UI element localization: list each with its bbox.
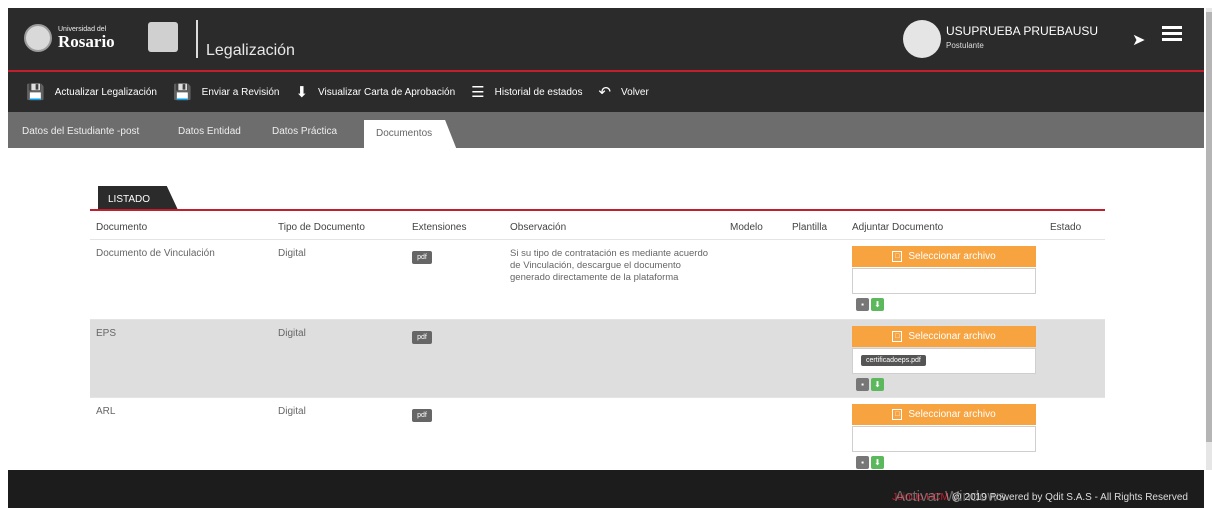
col-adjuntar: Adjuntar Documento xyxy=(852,222,944,233)
volver-label: Volver xyxy=(621,86,649,98)
select-file-button[interactable]: □ Seleccionar archivo xyxy=(852,404,1036,425)
save-icon[interactable]: ▪ xyxy=(856,378,869,391)
tab-datos-estudiante[interactable]: Datos del Estudiante -post xyxy=(22,126,139,137)
historial-button[interactable]: ☰ Historial de estados xyxy=(471,83,582,101)
university-seal-icon xyxy=(24,24,52,52)
file-icon: □ xyxy=(892,409,903,420)
save-icon: 💾 xyxy=(26,84,45,101)
user-role: Postulante xyxy=(946,41,984,50)
save-icon[interactable]: ▪ xyxy=(856,456,869,469)
action-toolbar: 💾 Actualizar Legalización 💾 Enviar a Rev… xyxy=(8,72,1204,112)
enviar-label: Enviar a Revisión xyxy=(201,86,280,98)
list-icon: ☰ xyxy=(471,84,485,101)
col-plantilla: Plantilla xyxy=(792,222,828,233)
col-estado: Estado xyxy=(1050,222,1082,233)
back-icon: ↶ xyxy=(598,84,612,101)
row-observacion: Si su tipo de contratación es mediante a… xyxy=(510,248,709,283)
save-icon: 💾 xyxy=(172,84,192,101)
row-tipo: Digital xyxy=(278,248,306,259)
pdf-badge: pdf xyxy=(412,251,432,264)
file-icon: □ xyxy=(892,331,903,342)
footer: JoinUp HCM @ 2019 Powered by Qdit S.A.S … xyxy=(8,470,1204,508)
table-header: Documento Tipo de Documento Extensiones … xyxy=(90,219,1105,239)
select-file-button[interactable]: □ Seleccionar archivo xyxy=(852,326,1036,347)
row-documento: EPS xyxy=(96,328,117,339)
listado-accent-line xyxy=(90,209,1105,211)
select-file-label: Seleccionar archivo xyxy=(908,251,996,262)
top-header: Universidad del Rosario Legalización USU… xyxy=(8,8,1204,70)
activation-watermark: Activar Windows xyxy=(895,488,1006,505)
historial-label: Historial de estados xyxy=(494,86,583,98)
header-divider xyxy=(196,20,198,58)
visualizar-label: Visualizar Carta de Aprobación xyxy=(318,86,456,98)
pdf-badge: pdf xyxy=(412,409,432,422)
download-icon: ⬇ xyxy=(295,84,309,101)
listado-title: LISTADO xyxy=(98,186,178,210)
download-icon[interactable]: ⬇ xyxy=(871,378,884,391)
scroll-thumb[interactable] xyxy=(1206,12,1212,442)
visualizar-button[interactable]: ⬇ Visualizar Carta de Aprobación xyxy=(295,83,455,101)
actualizar-label: Actualizar Legalización xyxy=(54,86,157,98)
university-logo: Universidad del Rosario xyxy=(24,20,115,56)
col-extensiones: Extensiones xyxy=(412,222,467,233)
col-observacion: Observación xyxy=(510,222,567,233)
actualizar-button[interactable]: 💾 Actualizar Legalización xyxy=(26,83,157,101)
secondary-logo-icon xyxy=(148,22,178,52)
col-documento: Documento xyxy=(96,222,148,233)
app-title: Legalización xyxy=(206,42,295,59)
select-file-label: Seleccionar archivo xyxy=(908,409,996,420)
tab-datos-entidad[interactable]: Datos Entidad xyxy=(178,126,241,137)
tab-bar: Datos del Estudiante -post Datos Entidad… xyxy=(8,112,1204,148)
avatar[interactable] xyxy=(903,20,941,58)
volver-button[interactable]: ↶ Volver xyxy=(598,83,648,101)
file-drop-area[interactable]: certificadoeps.pdf xyxy=(852,348,1036,374)
row-tipo: Digital xyxy=(278,406,306,417)
file-drop-area[interactable] xyxy=(852,268,1036,294)
table-row: ARL Digital pdf □ Seleccionar archivo ▪ … xyxy=(90,397,1105,470)
download-icon[interactable]: ⬇ xyxy=(871,298,884,311)
table-row: EPS Digital pdf □ Seleccionar archivo ce… xyxy=(90,319,1105,397)
col-tipo: Tipo de Documento xyxy=(278,222,365,233)
logo-big-text: Rosario xyxy=(58,32,115,51)
download-icon[interactable]: ⬇ xyxy=(871,456,884,469)
table-row: Documento de Vinculación Digital pdf Si … xyxy=(90,239,1105,319)
uploaded-file-chip[interactable]: certificadoeps.pdf xyxy=(861,355,926,366)
pdf-badge: pdf xyxy=(412,331,432,344)
hamburger-icon[interactable] xyxy=(1162,26,1182,42)
row-documento: ARL xyxy=(96,406,116,417)
user-name: USUPRUEBA PRUEBAUSU xyxy=(946,24,1099,38)
save-icon[interactable]: ▪ xyxy=(856,298,869,311)
tab-datos-practica[interactable]: Datos Práctica xyxy=(272,126,337,137)
tab-documentos[interactable]: Documentos xyxy=(364,120,457,148)
row-tipo: Digital xyxy=(278,328,306,339)
logout-icon[interactable]: ➤ xyxy=(1132,30,1145,50)
select-file-label: Seleccionar archivo xyxy=(908,331,996,342)
file-icon: □ xyxy=(892,251,903,262)
row-documento: Documento de Vinculación xyxy=(96,248,215,259)
enviar-button[interactable]: 💾 Enviar a Revisión xyxy=(173,83,280,101)
select-file-button[interactable]: □ Seleccionar archivo xyxy=(852,246,1036,267)
col-modelo: Modelo xyxy=(730,222,763,233)
file-drop-area[interactable] xyxy=(852,426,1036,452)
